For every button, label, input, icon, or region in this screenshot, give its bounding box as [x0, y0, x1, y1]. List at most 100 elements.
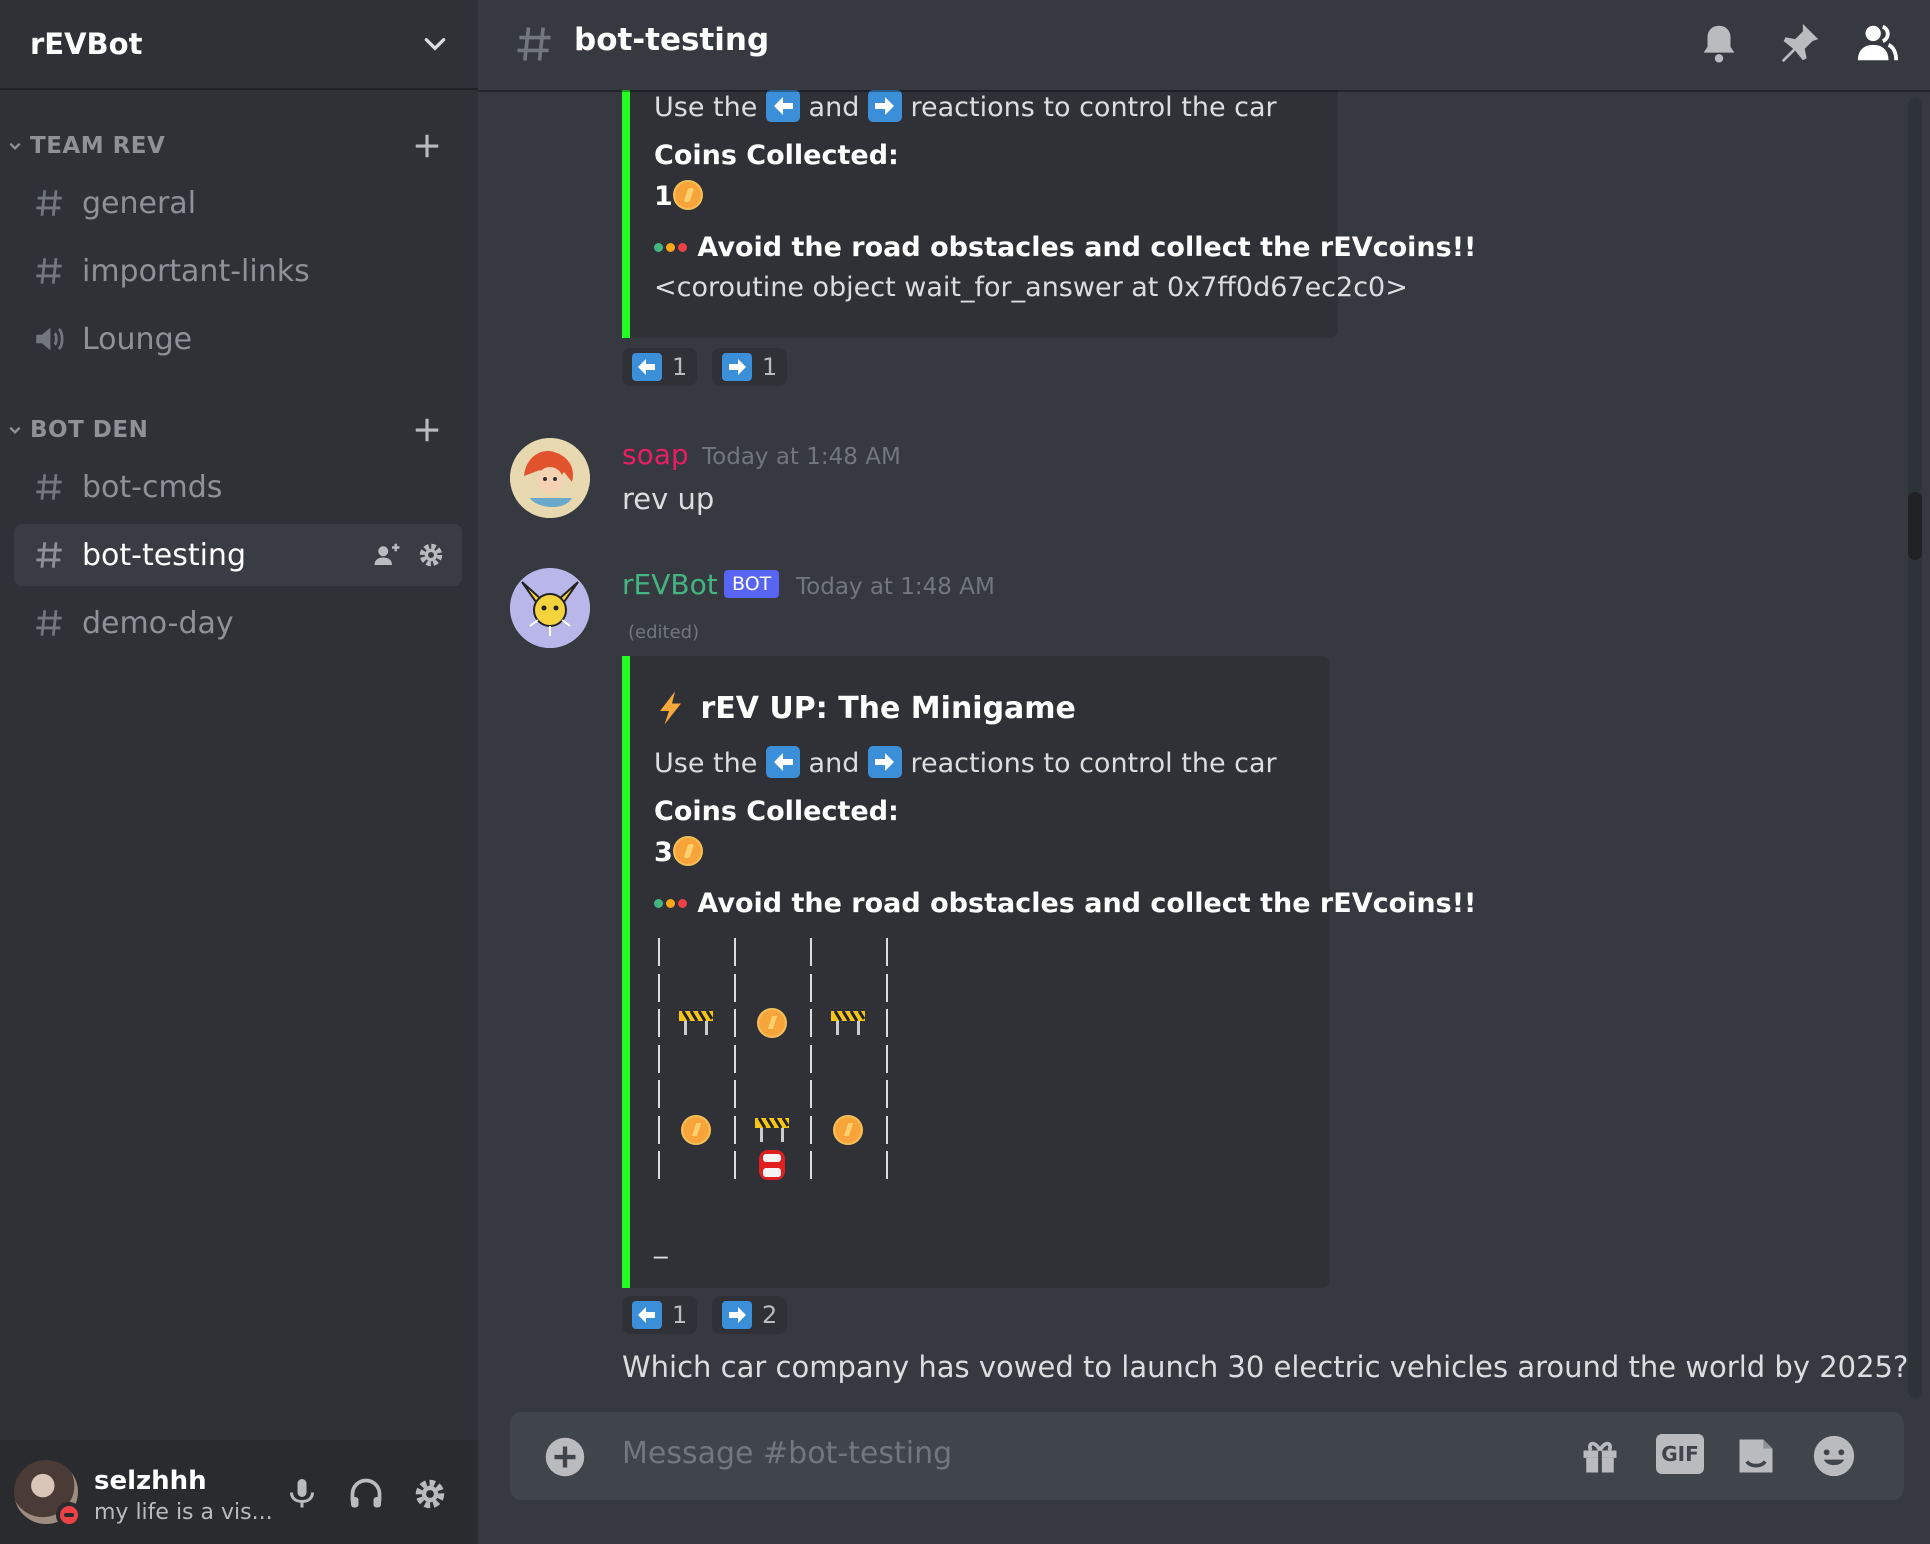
road-divider [810, 1151, 812, 1179]
add-attachment-icon[interactable] [544, 1436, 586, 1478]
emoji-icon[interactable] [1812, 1434, 1856, 1478]
author-name[interactable]: soap [622, 438, 689, 471]
reaction-left-arrow[interactable]: 1 [622, 348, 698, 386]
embed-title: rEV UP: The Minigame [654, 690, 1076, 726]
reaction-right-arrow[interactable]: 2 [712, 1296, 788, 1334]
hash-icon [36, 610, 62, 636]
reaction-right-arrow[interactable]: 1 [712, 348, 788, 386]
microphone-icon[interactable] [284, 1476, 320, 1512]
debug-output: <coroutine object wait_for_answer at 0x7… [654, 272, 1408, 303]
coins-label: Coins Collected: [654, 796, 899, 827]
member-list-icon[interactable] [1854, 20, 1900, 66]
revbot-avatar-art [510, 568, 590, 648]
sticker-icon[interactable] [1734, 1434, 1778, 1478]
embed-minigame: rEV UP: The Minigame Use the and reactio… [622, 656, 1476, 1288]
author-name[interactable]: rEVBot [622, 568, 718, 601]
road-divider [810, 1115, 812, 1144]
road-divider [658, 938, 660, 966]
road-divider [886, 1115, 888, 1144]
add-channel-icon[interactable] [412, 415, 442, 445]
right-arrow-icon [722, 1301, 752, 1329]
channel-bot-testing[interactable]: bot-testing [14, 524, 462, 586]
right-arrow-icon [867, 746, 902, 778]
road-divider [886, 1080, 888, 1108]
road-divider [810, 938, 812, 966]
dnd-status-icon [56, 1502, 82, 1528]
chevron-down-icon [9, 426, 21, 434]
footer-mark: _ [654, 1228, 668, 1259]
channel-label: demo-day [82, 605, 234, 641]
message-text: rev up [622, 482, 715, 516]
reaction-count: 1 [672, 353, 688, 381]
left-arrow-icon [632, 1301, 662, 1329]
invite-icon[interactable] [372, 540, 402, 570]
channel-demo-day[interactable]: demo-day [14, 592, 462, 654]
server-name: rEVBot [30, 27, 143, 61]
channel-lounge[interactable]: Lounge [14, 308, 462, 370]
gear-icon[interactable] [416, 540, 446, 570]
reaction-count: 1 [762, 353, 778, 381]
pin-icon[interactable] [1776, 20, 1822, 66]
message-text: Which car company has vowed to launch 30… [622, 1350, 1909, 1384]
message-input[interactable]: Message #bot-testing [622, 1436, 952, 1471]
reaction-count: 1 [672, 1301, 688, 1329]
right-arrow-icon [722, 353, 752, 381]
road-divider [734, 1009, 736, 1037]
reaction-left-arrow[interactable]: 1 [622, 1296, 698, 1334]
traffic-light-icon [654, 241, 688, 253]
coins-value: 1 [654, 180, 703, 212]
channel-important-links[interactable]: important-links [14, 240, 462, 302]
add-channel-icon[interactable] [412, 131, 442, 161]
scrollbar-track[interactable] [1908, 98, 1922, 1398]
server-header[interactable]: rEVBot [0, 0, 478, 90]
road-divider [810, 1009, 812, 1037]
reaction-count: 2 [762, 1301, 778, 1329]
chevron-down-icon [9, 142, 21, 150]
gift-icon[interactable] [1578, 1434, 1622, 1478]
coins-label: Coins Collected: [654, 140, 899, 171]
left-arrow-icon [765, 746, 800, 778]
speaker-icon [36, 327, 64, 351]
category-team-rev[interactable]: TEAM REV [0, 126, 478, 166]
gif-button[interactable]: GIF [1656, 1434, 1704, 1474]
hash-icon [36, 258, 62, 284]
timestamp: Today at 1:48 AM [702, 444, 901, 470]
bell-icon[interactable] [1696, 20, 1742, 66]
category-label: TEAM REV [30, 133, 166, 159]
settings-gear-icon[interactable] [412, 1476, 448, 1512]
channel-actions [372, 540, 446, 570]
scrollbar-thumb[interactable] [1908, 492, 1922, 560]
discord-app: rEVBot TEAM REV general important-links … [0, 0, 1930, 1544]
car-icon [759, 1150, 785, 1180]
road-divider [734, 1115, 736, 1144]
road-divider [658, 1115, 660, 1144]
headphones-icon[interactable] [348, 1476, 384, 1512]
channel-general[interactable]: general [14, 172, 462, 234]
channel-label: important-links [82, 253, 310, 289]
road-divider [886, 1009, 888, 1037]
left-arrow-icon [765, 90, 800, 122]
channel-title: bot-testing [574, 22, 770, 58]
controls-line: Use the and reactions to control the car [654, 90, 1277, 123]
road-divider [886, 1044, 888, 1073]
soap-avatar-art [510, 438, 590, 518]
coin-icon [757, 1008, 787, 1038]
channel-label: bot-testing [82, 537, 246, 573]
hash-icon [36, 474, 62, 500]
traffic-light-icon [654, 897, 688, 909]
road-divider [734, 938, 736, 966]
avatar-soap[interactable] [510, 438, 590, 518]
road-barrier-icon [679, 1010, 714, 1035]
left-arrow-icon [632, 353, 662, 381]
road-divider [658, 973, 660, 1002]
coin-icon [672, 836, 703, 866]
bot-tag: BOT [724, 570, 780, 598]
coin-icon [672, 180, 703, 210]
channel-bot-cmds[interactable]: bot-cmds [14, 456, 462, 518]
category-bot-den[interactable]: BOT DEN [0, 410, 478, 450]
chevron-down-icon[interactable] [422, 31, 448, 57]
avatar-revbot[interactable] [510, 568, 590, 648]
lightning-icon [660, 691, 681, 725]
channel-label: general [82, 185, 197, 221]
road-divider [886, 1151, 888, 1179]
